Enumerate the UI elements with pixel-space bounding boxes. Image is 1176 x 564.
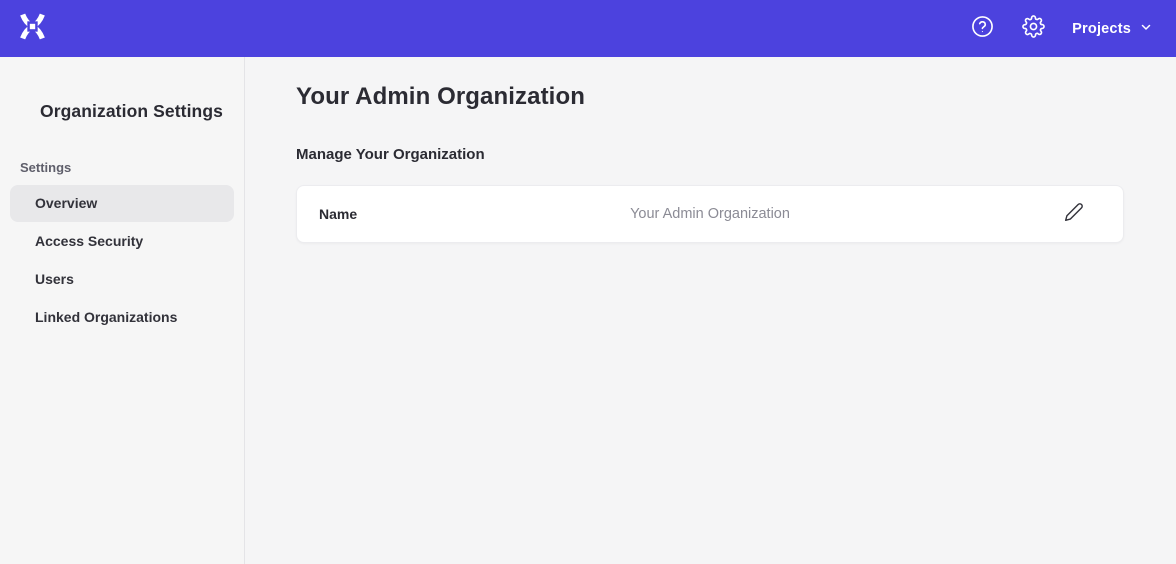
topbar-actions: Projects bbox=[970, 17, 1152, 41]
chevron-down-icon bbox=[1140, 21, 1152, 37]
help-button[interactable] bbox=[970, 17, 994, 41]
sidebar-nav: Overview Access Security Users Linked Or… bbox=[0, 185, 244, 336]
gear-icon bbox=[1022, 15, 1045, 43]
x-brand-icon bbox=[18, 12, 47, 46]
sidebar-item-users[interactable]: Users bbox=[10, 261, 234, 298]
projects-dropdown-label: Projects bbox=[1072, 21, 1131, 37]
question-mark-circle-icon bbox=[971, 15, 994, 43]
organization-name-card: Name Your Admin Organization bbox=[296, 185, 1124, 243]
sidebar-title: Organization Settings bbox=[0, 101, 244, 122]
topbar: Projects bbox=[0, 0, 1176, 57]
sidebar-item-linked-organizations[interactable]: Linked Organizations bbox=[10, 299, 234, 336]
page-title: Your Admin Organization bbox=[296, 83, 1124, 111]
pencil-icon bbox=[1064, 202, 1084, 227]
app-logo[interactable] bbox=[18, 12, 47, 46]
organization-name-value: Your Admin Organization bbox=[297, 206, 1123, 222]
edit-name-button[interactable] bbox=[1063, 203, 1085, 225]
sidebar-item-access-security[interactable]: Access Security bbox=[10, 223, 234, 260]
sidebar: Organization Settings Settings Overview … bbox=[0, 57, 245, 564]
name-field-label: Name bbox=[319, 206, 357, 222]
settings-button[interactable] bbox=[1021, 17, 1045, 41]
page-body: Organization Settings Settings Overview … bbox=[0, 57, 1176, 564]
main-content: Your Admin Organization Manage Your Orga… bbox=[245, 57, 1176, 564]
section-title: Manage Your Organization bbox=[296, 146, 1124, 163]
projects-dropdown[interactable]: Projects bbox=[1072, 21, 1152, 37]
sidebar-section-label: Settings bbox=[20, 160, 244, 175]
sidebar-item-overview[interactable]: Overview bbox=[10, 185, 234, 222]
